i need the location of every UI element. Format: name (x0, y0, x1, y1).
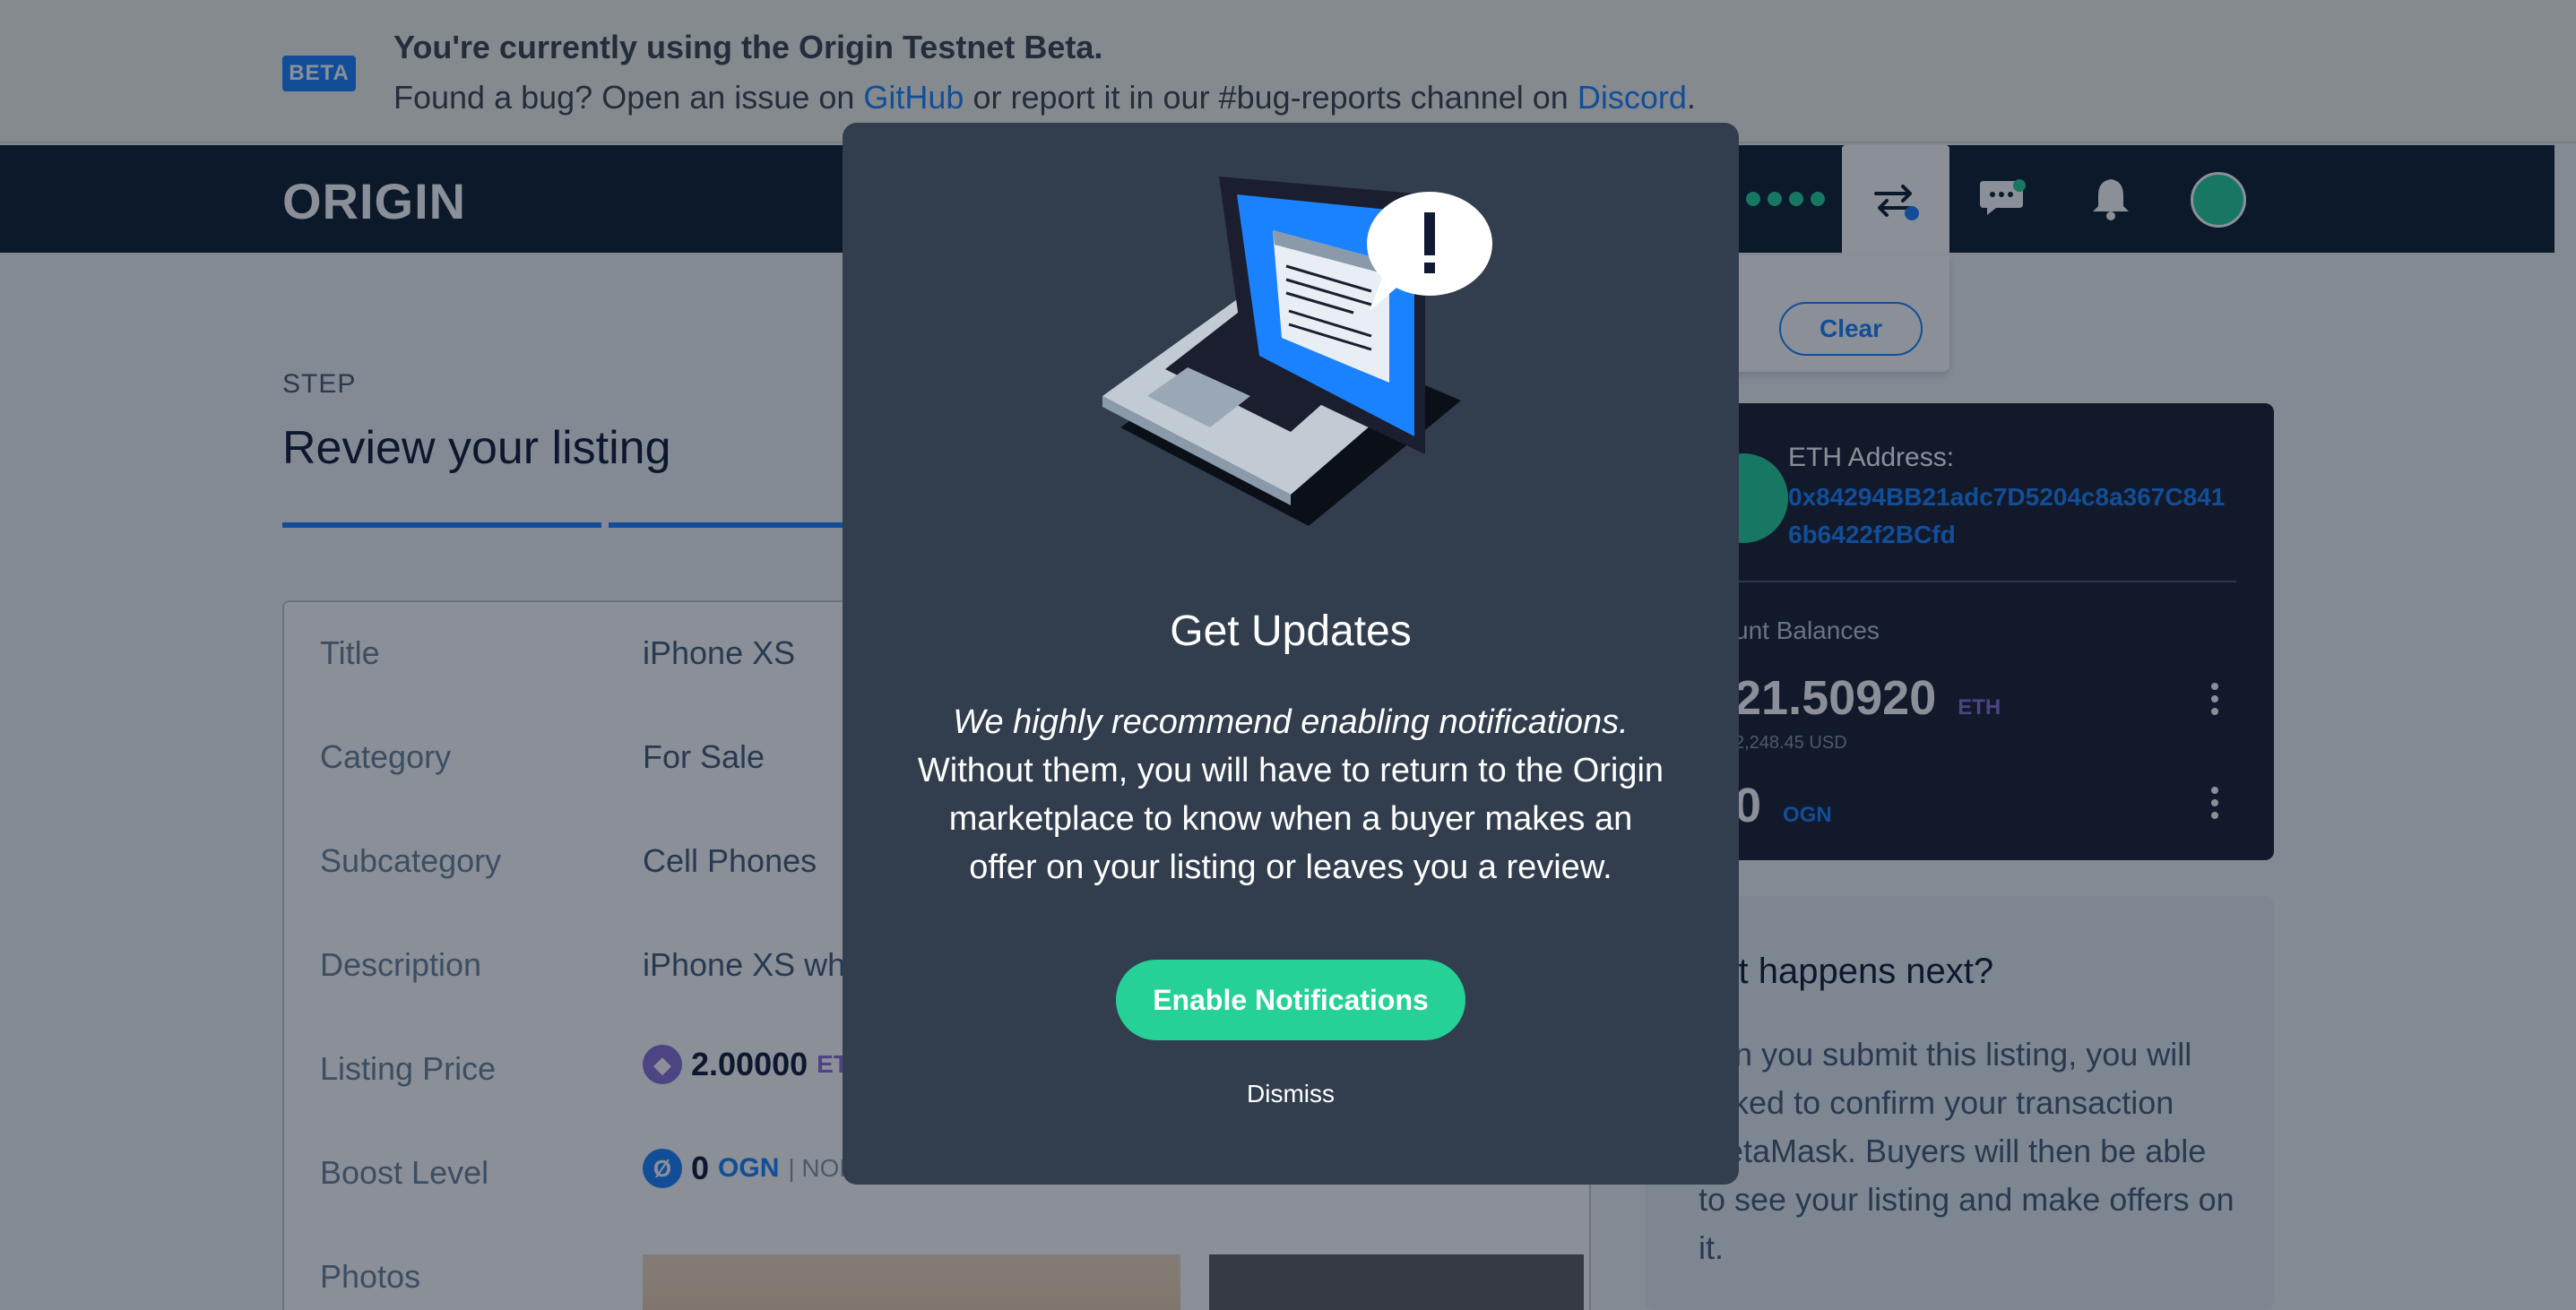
dismiss-button[interactable]: Dismiss (843, 1080, 1739, 1108)
get-updates-modal: Get Updates We highly recommend enabling… (843, 123, 1739, 1185)
laptop-alert-illustration (1102, 177, 1492, 526)
modal-body-text: Without them, you will have to return to… (917, 752, 1664, 886)
modal-body-emphasis: We highly recommend enabling notificatio… (953, 703, 1629, 741)
enable-notifications-button[interactable]: Enable Notifications (1116, 960, 1465, 1040)
modal-title: Get Updates (1170, 608, 1412, 655)
modal-body: We highly recommend enabling notificatio… (914, 698, 1667, 892)
